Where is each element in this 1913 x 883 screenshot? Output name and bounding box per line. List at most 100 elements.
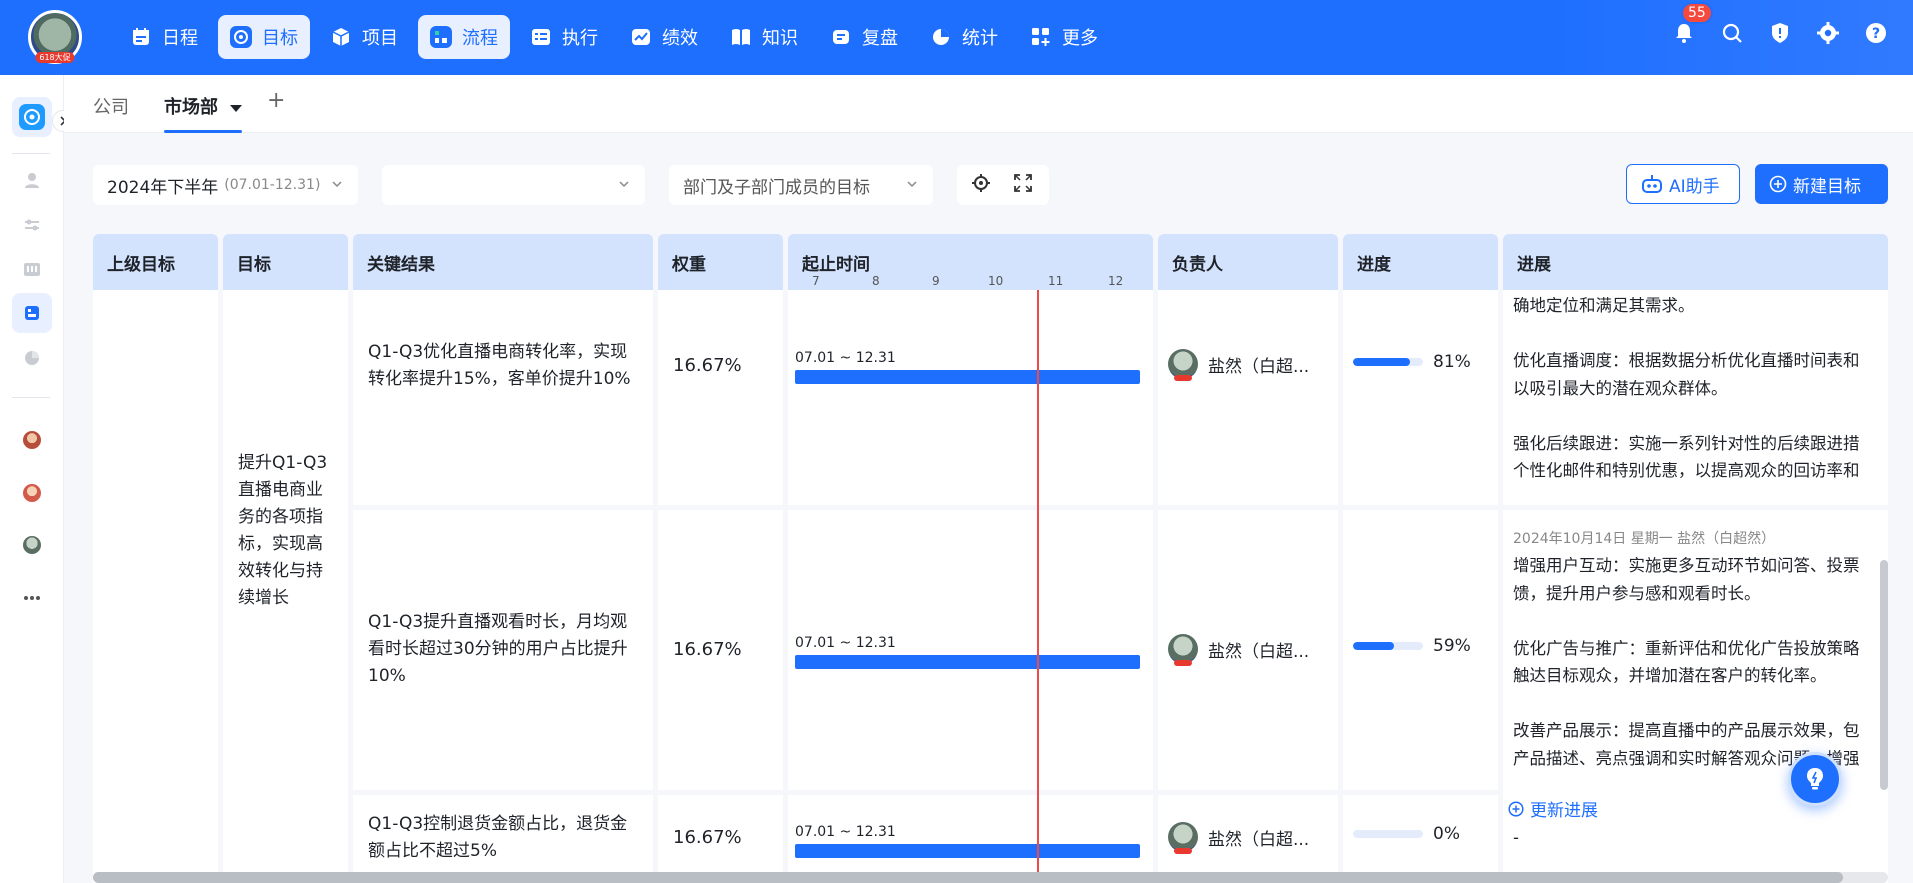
gantt-bar[interactable]	[795, 655, 1140, 669]
progress-track	[1353, 358, 1423, 366]
add-tab-button[interactable]: +	[267, 88, 285, 113]
progress-track	[1353, 642, 1423, 650]
bell-icon[interactable]: 55	[1671, 2, 1713, 46]
ai-assistant-button[interactable]: AI助手	[1626, 164, 1740, 204]
nav-schedule-label: 日程	[162, 28, 198, 49]
month-tick: 7	[812, 274, 820, 288]
owner-avatar	[1168, 349, 1198, 381]
target-icon	[230, 26, 252, 48]
nav-more-label: 更多	[1062, 28, 1098, 49]
update-text: 增强用户互动：实施更多互动环节如问答、投票 馈，提升用户参与感和观看时长。 优化…	[1513, 556, 1860, 768]
header-weight[interactable]: 权重	[658, 234, 783, 290]
owner-cell[interactable]: 盐然（白超...	[1168, 349, 1309, 381]
sidebar-goal-app[interactable]	[12, 97, 52, 137]
horizontal-scrollbar[interactable]	[93, 872, 1888, 883]
scope-select[interactable]: 部门及子部门成员的目标	[669, 165, 933, 205]
sidebar-contact-1[interactable]	[12, 420, 52, 460]
update-text: 确地定位和满足其需求。 优化直播调度：根据数据分析优化直播时间表和 以吸引最大的…	[1513, 296, 1860, 480]
nav-knowledge[interactable]: 知识	[718, 15, 810, 59]
sidebar-contact-3[interactable]	[12, 525, 52, 565]
sidebar-filter[interactable]	[12, 205, 52, 245]
kr-text[interactable]: Q1-Q3控制退货金额占比，退货金额占比不超过5%	[368, 811, 638, 865]
gear-icon[interactable]	[1815, 20, 1841, 46]
cube-icon	[330, 26, 352, 48]
today-marker-line	[1037, 290, 1039, 883]
horizontal-scrollbar-thumb[interactable]	[93, 872, 1843, 883]
nav-review[interactable]: 复盘	[818, 15, 910, 59]
pie-icon	[930, 26, 952, 48]
search-icon[interactable]	[1719, 20, 1745, 46]
calendar-icon	[130, 26, 152, 48]
plus-circle-icon	[1508, 800, 1524, 817]
fullscreen-icon[interactable]	[1013, 173, 1033, 198]
sidebar-stats[interactable]	[12, 338, 52, 378]
sidebar-person[interactable]	[12, 160, 52, 200]
header-updates[interactable]: 进展	[1503, 234, 1888, 290]
header-progress[interactable]: 进度	[1343, 234, 1498, 290]
department-tabs: 公司 市场部 +	[64, 75, 1913, 133]
month-tick: 10	[988, 274, 1004, 288]
header-parent-goal[interactable]: 上级目标	[93, 234, 218, 290]
month-tick: 11	[1048, 274, 1064, 288]
owner-name: 盐然（白超...	[1208, 829, 1310, 850]
plus-circle-icon	[1769, 175, 1787, 193]
owner-cell[interactable]: 盐然（白超...	[1168, 822, 1310, 854]
vertical-scrollbar[interactable]	[1880, 290, 1888, 872]
board-icon	[24, 263, 40, 276]
kr-text[interactable]: Q1-Q3提升直播观看时长，月均观看时长超过30分钟的用户占比提升10%	[368, 609, 638, 690]
settings-icon[interactable]	[971, 173, 991, 198]
task-icon	[530, 26, 552, 48]
floating-tips-button[interactable]	[1788, 752, 1842, 806]
owner-cell[interactable]: 盐然（白超...	[1168, 634, 1309, 666]
tab-marketing[interactable]: 市场部	[164, 93, 243, 119]
header-key-results[interactable]: 关键结果	[353, 234, 653, 290]
nav-knowledge-label: 知识	[762, 28, 798, 49]
kr-text[interactable]: Q1-Q3优化直播电商转化率，实现转化率提升15%，客单价提升10%	[368, 339, 638, 393]
timeline-cell-bg	[788, 290, 1153, 505]
gantt-bar[interactable]	[795, 370, 1140, 384]
sidebar-flow[interactable]	[12, 293, 52, 333]
header-owner[interactable]: 负责人	[1158, 234, 1338, 290]
view-tools	[957, 165, 1049, 205]
new-goal-button[interactable]: 新建目标	[1755, 164, 1888, 204]
progress-value: 59%	[1433, 636, 1471, 656]
weight-value: 16.67%	[673, 827, 742, 848]
sidebar-more[interactable]	[12, 578, 52, 618]
progress-value: 0%	[1433, 824, 1460, 844]
period-select[interactable]: 2024年下半年 (07.01-12.31)	[93, 165, 358, 205]
tab-company[interactable]: 公司	[93, 93, 129, 119]
update-progress-link[interactable]: 更新进展	[1508, 796, 1598, 821]
top-right-tools: 55 ?	[1671, 2, 1889, 46]
shield-icon[interactable]	[1767, 20, 1793, 46]
nav-execute[interactable]: 执行	[518, 15, 610, 59]
chevron-down-icon	[619, 181, 629, 188]
date-range: 07.01 ~ 12.31	[795, 824, 896, 840]
member-select[interactable]	[382, 165, 645, 205]
nav-flow[interactable]: 流程	[418, 15, 510, 59]
nav-statistics[interactable]: 统计	[918, 15, 1010, 59]
nav-more[interactable]: 更多	[1018, 15, 1110, 59]
vertical-scrollbar-thumb[interactable]	[1880, 560, 1888, 790]
gantt-bar[interactable]	[795, 844, 1140, 858]
header-goal[interactable]: 目标	[223, 234, 348, 290]
nav-statistics-label: 统计	[962, 28, 998, 49]
main-nav: 日程 目标 项目 流程 执行 绩效 知识 复盘 统计 更多	[118, 15, 1110, 59]
month-tick: 12	[1108, 274, 1124, 288]
owner-cell-bg	[1158, 290, 1338, 505]
nav-schedule[interactable]: 日程	[118, 15, 210, 59]
progress-cell-bg	[1343, 290, 1498, 505]
sidebar-board[interactable]	[12, 250, 52, 290]
user-avatar[interactable]: 618大促	[28, 10, 82, 64]
nav-performance[interactable]: 绩效	[618, 15, 710, 59]
sidebar-divider-2	[12, 397, 50, 398]
nav-projects[interactable]: 项目	[318, 15, 410, 59]
sidebar-contact-2[interactable]	[12, 473, 52, 513]
progress-value: 81%	[1433, 352, 1471, 372]
nav-goals[interactable]: 目标	[218, 15, 310, 59]
owner-avatar	[1168, 822, 1198, 854]
period-value: 2024年下半年	[107, 177, 219, 198]
goal-text[interactable]: 提升Q1-Q3直播电商业务的各项指标，实现高效转化与持续增长	[238, 450, 338, 612]
svg-text:?: ?	[1872, 26, 1880, 42]
progress-track	[1353, 830, 1423, 838]
help-icon[interactable]: ?	[1863, 20, 1889, 46]
